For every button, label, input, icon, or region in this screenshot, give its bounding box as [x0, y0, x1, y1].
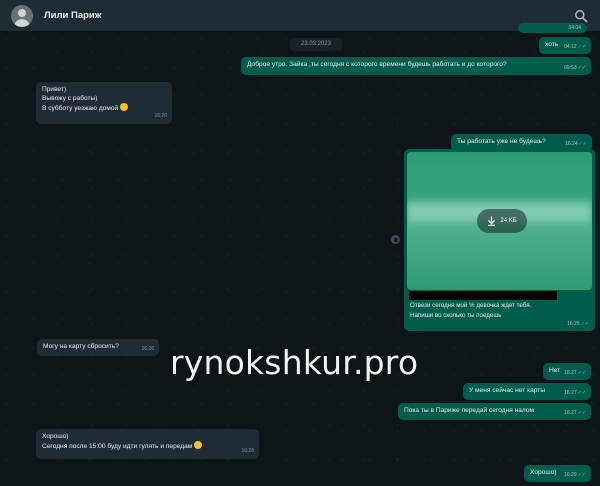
read-ticks-icon: ✓✓: [577, 390, 586, 396]
message-bubble[interactable]: У меня сейчас нет карты 16:27✓✓: [463, 383, 591, 400]
message-bubble[interactable]: хоть 04:12✓✓: [539, 37, 591, 54]
contact-avatar[interactable]: [11, 4, 33, 27]
message-time: 04:04: [568, 25, 581, 31]
message-time: 16:27: [564, 410, 577, 416]
read-ticks-icon: ✓✓: [578, 141, 587, 147]
message-line: Привет): [42, 86, 67, 93]
message-line: Вывожу с работы): [42, 95, 98, 102]
message-line: В субботу уезжаю домой: [42, 105, 119, 112]
read-ticks-icon: ✓✓: [580, 321, 589, 327]
message-bubble[interactable]: Хорошо) Сегодня после 15:00 буду идти гу…: [36, 429, 259, 459]
message-line: Хорошо): [42, 433, 69, 440]
message-text: Доброе утро. Зайка ,ты сегодня с которог…: [247, 61, 507, 68]
message-bubble-partial[interactable]: 04:04: [518, 23, 587, 33]
read-ticks-icon: ✓✓: [577, 410, 586, 416]
smiley-emoji: [120, 103, 129, 111]
message-text: Пока ты в Париже передай сегодня налом: [404, 407, 535, 414]
message-time: 09:53: [564, 65, 577, 71]
message-time: 16:28: [241, 448, 254, 454]
message-bubble[interactable]: Привет) Вывожу с работы) В субботу уезжа…: [36, 82, 172, 124]
read-ticks-icon: ✓✓: [577, 370, 586, 376]
message-text: У меня сейчас нет карты: [469, 387, 546, 394]
message-bubble[interactable]: Пока ты в Париже передай сегодня налом 1…: [398, 403, 591, 420]
forward-icon[interactable]: [391, 235, 400, 244]
download-icon: [488, 216, 496, 226]
read-ticks-icon: ✓✓: [577, 44, 586, 50]
message-time: 16:20: [154, 113, 167, 119]
message-time: 04:12: [564, 44, 577, 50]
message-time: 16:25: [567, 321, 580, 327]
message-text: Ты работать уже не будешь?: [457, 138, 546, 145]
message-time: 16:27: [564, 370, 577, 376]
message-text: хоть: [545, 41, 559, 48]
message-bubble[interactable]: Нет 16:27✓✓: [543, 363, 591, 380]
message-line: Сегодня после 15:00 буду идти гулять и п…: [42, 443, 193, 450]
smiley-emoji: [194, 441, 203, 449]
message-time: 16:26: [141, 346, 154, 352]
caption-line: Напиши во сколько ты поедешь: [410, 311, 502, 319]
redaction-bar: [409, 291, 557, 300]
file-size: 24 KБ: [500, 218, 517, 224]
message-text: Могу на карту сбросить?: [43, 343, 119, 350]
download-button[interactable]: 24 KБ: [477, 209, 527, 233]
contact-name[interactable]: Лили Париж: [44, 10, 102, 21]
blurred-image[interactable]: 24 KБ: [407, 152, 592, 290]
media-caption: Отвези сегодня мой % девочка ждет тебя. …: [410, 301, 588, 320]
read-ticks-icon: ✓✓: [577, 472, 586, 478]
media-message[interactable]: 24 KБ Отвези сегодня мой % девочка ждет …: [404, 149, 595, 331]
message-text: Хорошо): [530, 469, 557, 476]
message-time: 16:29: [564, 472, 577, 478]
message-bubble[interactable]: Хорошо) 16:29✓✓: [524, 465, 591, 482]
caption-line: Отвези сегодня мой % девочка ждет тебя.: [410, 302, 532, 309]
message-text: Нет: [549, 367, 561, 374]
message-time: 16:27: [564, 390, 577, 396]
search-icon[interactable]: [574, 9, 588, 23]
read-ticks-icon: ✓✓: [577, 65, 586, 71]
chat-header: Лили Париж: [0, 0, 600, 31]
message-time: 16:24: [565, 141, 578, 147]
message-bubble[interactable]: Доброе утро. Зайка ,ты сегодня с которог…: [241, 57, 591, 75]
watermark-text: rynokshkur.pro: [170, 343, 419, 382]
message-bubble[interactable]: Могу на карту сбросить? 16:26: [37, 339, 159, 356]
date-separator: 23.03.2023: [290, 38, 342, 51]
